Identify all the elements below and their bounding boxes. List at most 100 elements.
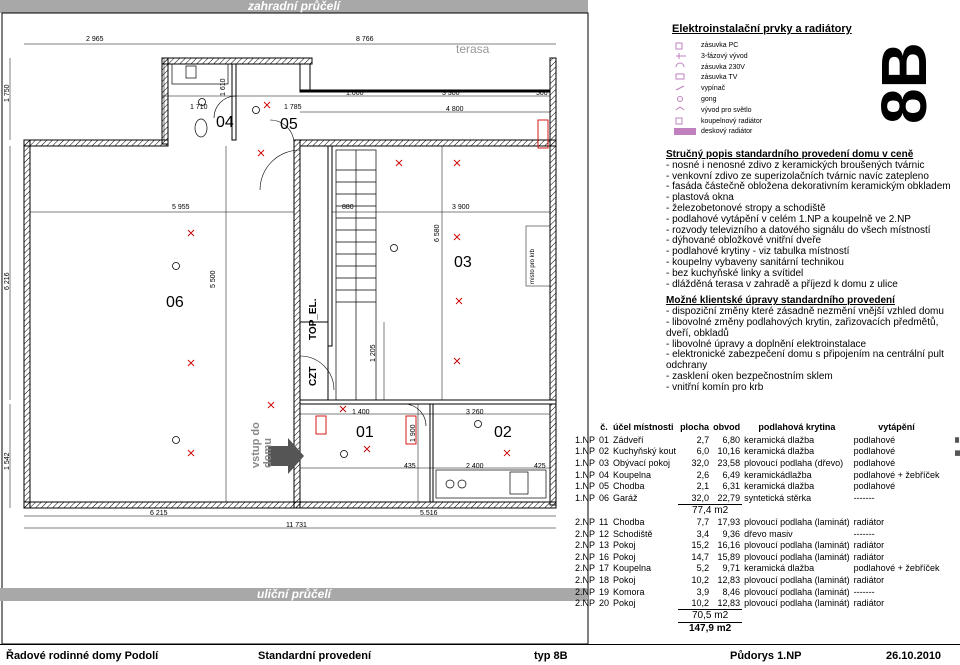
- table-row: 1.NP 01 Zádveří 2,7 6,80 keramická dlažba podl…: [573, 434, 941, 446]
- dim-1205: 1 205: [370, 344, 377, 362]
- table-cell: Pokoj: [613, 551, 636, 562]
- table-cell: 5,2: [696, 563, 710, 574]
- table-cell: plovoucí podlaha (dřevo): [744, 457, 844, 468]
- table-cell: 1.NP: [575, 469, 596, 480]
- header-cell: č.: [600, 422, 608, 432]
- type-code: 8B: [868, 42, 940, 124]
- table-cell: -------: [853, 528, 875, 539]
- kitchen-counter: [435, 469, 547, 499]
- standard-item: - dlážděná terasa v zahradě a příjezd k …: [666, 278, 898, 290]
- table-cell: 12,83: [717, 574, 741, 585]
- street-facade-band: uliční průčelí: [0, 588, 588, 601]
- dim-5955: 5 955: [172, 204, 190, 211]
- czt-label: CZT: [308, 366, 319, 386]
- table-cell: 10,2: [691, 574, 710, 585]
- table-cell: Kuchyňský kout: [613, 446, 677, 457]
- table-cell: 2.NP: [575, 586, 596, 597]
- dim-1400: 1 400: [352, 409, 370, 416]
- room-03: 03: [454, 254, 472, 271]
- table-cell: 18: [599, 574, 610, 585]
- table-cell: 2.NP: [575, 598, 596, 609]
- dim-1610: 1 610: [220, 78, 227, 96]
- dim-1785: 1 785: [284, 104, 302, 111]
- legend-item: zásuvka PC: [701, 42, 739, 49]
- table-cell: 02: [599, 446, 610, 457]
- table-cell: 1.NP: [575, 481, 596, 492]
- table-cell: keramická dlažba: [744, 434, 815, 445]
- table-cell: radiátor: [853, 540, 885, 551]
- table-cell: 12: [599, 528, 610, 539]
- table-cell: 20: [599, 598, 610, 609]
- table-cell: 1.NP: [575, 446, 596, 457]
- table-cell: 17,93: [717, 516, 741, 527]
- dim-435: 435: [404, 463, 416, 470]
- table-cell: plovoucí podlaha (laminát): [744, 551, 850, 562]
- option-item: dveří, obkladů: [666, 327, 729, 339]
- option-item: - elektronické zabezpečení domu s připoj…: [666, 349, 944, 361]
- table-cell: 1.NP: [575, 493, 596, 504]
- dim-3900: 3 900: [452, 204, 470, 211]
- project-name: Řadové rodinné domy Podolí: [6, 650, 159, 662]
- table-cell: 22,79: [717, 492, 741, 503]
- table-cell: 2,6: [696, 469, 710, 480]
- table-cell: 3,9: [696, 586, 710, 597]
- table-row: 77,4 m2: [573, 503, 941, 517]
- website-watermark: www.muqlinov.cz: [949, 298, 960, 660]
- table-row: 2.NP 16 Pokoj 14,7 15,89 plovoucí podlaha (la…: [573, 551, 941, 563]
- table-cell: plovoucí podlaha (laminát): [744, 586, 850, 597]
- table-row: 1.NP 03 Obývací pokoj 32,0 23,58 plovoucí pod…: [573, 457, 941, 469]
- table-cell: radiátor: [853, 516, 885, 527]
- dim-5500: 5 500: [210, 270, 217, 288]
- table-cell: plovoucí podlaha (laminát): [744, 574, 850, 585]
- table-row: 2.NP 11 Chodba 7,7 17,93 plovoucí podlaha (la…: [573, 516, 941, 528]
- legend-item: vypínač: [701, 85, 726, 93]
- legend-item: vývod pro světlo: [701, 106, 752, 114]
- table-cell: keramická dlažba: [744, 563, 815, 574]
- table-cell: 7,7: [696, 516, 710, 527]
- fireplace-label: místo pro krb: [530, 248, 536, 284]
- table-row: 1.NP 06 Garáž 32,0 22,79 syntetická stěrka ---…: [573, 492, 941, 504]
- table-row: 2.NP 17 Koupelna 5,2 9,71 keramická dlažba pod…: [573, 563, 941, 575]
- floor-plan: [1, 12, 589, 644]
- table-cell: 2.NP: [575, 516, 596, 527]
- table-cell: 32,0: [691, 492, 710, 503]
- dim-4800: 4 800: [446, 106, 464, 113]
- room-06: 06: [166, 294, 184, 311]
- table-cell: Chodba: [613, 516, 645, 527]
- table-cell: podlahové + žebříček: [853, 469, 940, 480]
- table-cell: 19: [599, 586, 610, 597]
- table-cell: 16: [599, 551, 610, 562]
- legend-item: deskový radiátor: [701, 128, 753, 136]
- table-cell: 2.NP: [575, 528, 596, 539]
- sheet-name: Půdorys 1.NP: [730, 650, 802, 662]
- table-cell: 2.NP: [575, 563, 596, 574]
- table-cell: 11: [599, 516, 609, 527]
- variant: Standardní provedení: [258, 650, 372, 662]
- table-cell: 06: [599, 493, 610, 504]
- table-cell: Schodiště: [613, 528, 653, 539]
- table-cell: 13: [599, 540, 610, 551]
- table-cell: plovoucí podlaha (laminát): [744, 540, 850, 551]
- table-cell: radiátor: [853, 598, 885, 609]
- table-row: 2.NP 13 Pokoj 15,2 16,16 plovoucí podlaha (la…: [573, 539, 941, 551]
- table-cell: podlahové: [853, 457, 896, 468]
- table-cell: 6,31: [722, 481, 741, 492]
- dim-1750: 1 750: [4, 84, 11, 102]
- table-cell: 9,71: [722, 563, 741, 574]
- table-row: 70,5 m2: [573, 608, 941, 622]
- table-cell: -------: [853, 493, 875, 504]
- table-cell: keramická dlažba: [744, 446, 815, 457]
- top-el-label: TOP_EL.: [308, 298, 319, 341]
- table-cell: Zádveří: [613, 434, 644, 445]
- table-cell: radiátor: [853, 574, 885, 585]
- table-cell: 2,7: [696, 434, 710, 445]
- dim-2400: 2 400: [466, 463, 484, 470]
- header-cell: plocha: [680, 422, 710, 432]
- staircase: [335, 149, 377, 401]
- table-cell: podlahové: [853, 446, 896, 457]
- table-cell: 2.NP: [575, 540, 596, 551]
- street-facade-label: uliční průčelí: [256, 587, 331, 601]
- table-cell: 16,16: [717, 540, 741, 551]
- rooms-table: č. účel místnosti plocha obvod podlahová…: [573, 420, 941, 635]
- dim-11731: 11 731: [286, 522, 307, 529]
